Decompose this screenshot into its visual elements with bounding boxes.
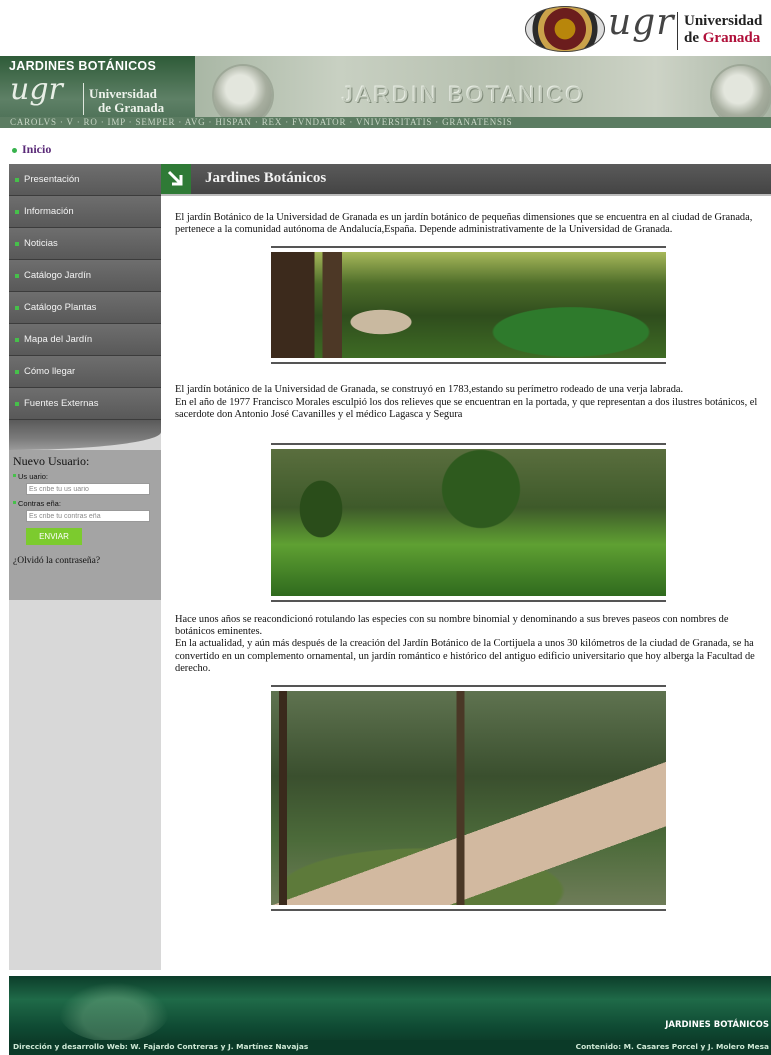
university-name-line1: Universidad xyxy=(684,13,763,29)
garden-fountain-image xyxy=(270,252,666,359)
sidebar-item-label: Catálogo Plantas xyxy=(24,302,97,313)
page-title: Jardines Botánicos xyxy=(205,170,327,186)
bullet-icon xyxy=(15,401,19,406)
history-paragraph: El jardín botánico de la Universidad de … xyxy=(175,384,684,396)
sidebar-item-label: Fuentes Externas xyxy=(24,398,99,409)
sidebar-item-label: Presentación xyxy=(24,174,80,185)
university-logo-bar: ugr Universidad de Granada xyxy=(0,0,771,56)
sidebar-item-fuentes-externas[interactable]: Fuentes Externas xyxy=(9,388,161,420)
sidebar-item-label: Mapa del Jardín xyxy=(24,334,93,345)
sidebar-item-noticias[interactable]: Noticias xyxy=(9,228,161,260)
sidebar-item-label: Información xyxy=(24,206,74,217)
garden-path-image xyxy=(270,691,666,906)
banner-university-line2: de Granada xyxy=(98,100,165,115)
bullet-icon xyxy=(15,209,19,214)
arrow-down-right-icon xyxy=(161,164,191,194)
password-label: Contras eña: xyxy=(13,499,157,508)
sidebar-item-label: Cómo llegar xyxy=(24,366,76,377)
current-paragraph: En la actualidad, y aún más después de l… xyxy=(175,638,755,674)
sidebar-item-como-llegar[interactable]: Cómo llegar xyxy=(9,356,161,388)
footer-content-credits: Contenido: M. Casares Porcel y J. Molero… xyxy=(575,1042,769,1051)
username-input[interactable] xyxy=(26,483,150,495)
content-header: Jardines Botánicos xyxy=(161,164,771,196)
sidebar-item-catalogo-plantas[interactable]: Catálogo Plantas xyxy=(9,292,161,324)
garden-path-photo xyxy=(270,685,666,912)
bullet-icon xyxy=(15,337,19,342)
sidebar-item-mapa-jardin[interactable]: Mapa del Jardín xyxy=(9,324,161,356)
sidebar-item-label: Catálogo Jardín xyxy=(24,270,92,281)
bullet-icon xyxy=(15,369,19,374)
content-body: El jardín Botánico de la Universidad de … xyxy=(161,196,771,912)
banner-logo-divider xyxy=(83,83,84,115)
reliefs-paragraph: En el año de 1977 Francisco Morales escu… xyxy=(175,396,758,420)
garden-hedges-image xyxy=(270,449,666,597)
university-seal-icon xyxy=(525,6,605,52)
bullet-icon xyxy=(15,305,19,310)
breadcrumb-bullet-icon xyxy=(12,147,17,153)
sidebar: Presentación Información Noticias Catálo… xyxy=(9,164,161,970)
breadcrumb-home-link[interactable]: Inicio xyxy=(22,142,51,156)
sidebar-item-presentacion[interactable]: Presentación xyxy=(9,164,161,196)
footer-web-credits: Dirección y desarrollo Web: W. Fajardo C… xyxy=(13,1042,309,1051)
bullet-icon xyxy=(15,241,19,246)
garden-hedges-photo xyxy=(270,443,666,603)
username-label: Us uario: xyxy=(13,472,157,481)
sidebar-item-catalogo-jardin[interactable]: Catálogo Jardín xyxy=(9,260,161,292)
password-input[interactable] xyxy=(26,510,150,522)
sidebar-decorative-curve xyxy=(9,420,161,450)
banner-relief-medallion-left xyxy=(214,66,272,124)
footer: JARDINES BOTÁNICOS Dirección y desarroll… xyxy=(9,976,771,1055)
banner-site-title: JARDINES BOTÁNICOS xyxy=(9,59,157,73)
sidebar-item-informacion[interactable]: Información xyxy=(9,196,161,228)
banner-relief-medallion-right xyxy=(712,66,770,124)
restoration-paragraph: Hace unos años se reacondicionó rotuland… xyxy=(175,614,729,638)
banner-inscription: CAROLVS · V · RO · IMP · SEMPER · AVG · … xyxy=(0,117,771,128)
site-banner: JARDINES BOTÁNICOS ugr Universidad de Gr… xyxy=(0,56,771,128)
university-name-city: Granada xyxy=(702,30,761,46)
garden-fountain-photo xyxy=(270,246,666,365)
banner-ugr-logo: ugr xyxy=(10,72,63,107)
banner-stone-engraving: JARDIN BOTANICO xyxy=(342,82,586,107)
main-content: Jardines Botánicos El jardín Botánico de… xyxy=(161,164,771,970)
login-title: Nuevo Usuario: xyxy=(13,454,90,468)
ugr-logo-text: ugr xyxy=(608,2,675,43)
university-name-de: de xyxy=(684,30,699,46)
university-name-line2: de Granada xyxy=(684,30,760,47)
sidebar-menu: Presentación Información Noticias Catálo… xyxy=(9,164,161,420)
login-form: Nuevo Usuario: Us uario: Contras eña: EN… xyxy=(9,450,161,600)
logo-divider xyxy=(677,12,678,50)
footer-emblem-icon xyxy=(59,982,169,1042)
breadcrumb: Inicio xyxy=(12,142,51,157)
forgot-password-link[interactable]: ¿Olvidó la contraseña? xyxy=(13,556,157,566)
bullet-icon xyxy=(15,273,19,278)
submit-button[interactable]: ENVIAR xyxy=(26,528,82,545)
footer-site-title: JARDINES BOTÁNICOS xyxy=(665,1020,769,1030)
sidebar-item-label: Noticias xyxy=(24,238,58,249)
intro-paragraph: El jardín Botánico de la Universidad de … xyxy=(175,212,753,236)
bullet-icon xyxy=(15,177,19,182)
